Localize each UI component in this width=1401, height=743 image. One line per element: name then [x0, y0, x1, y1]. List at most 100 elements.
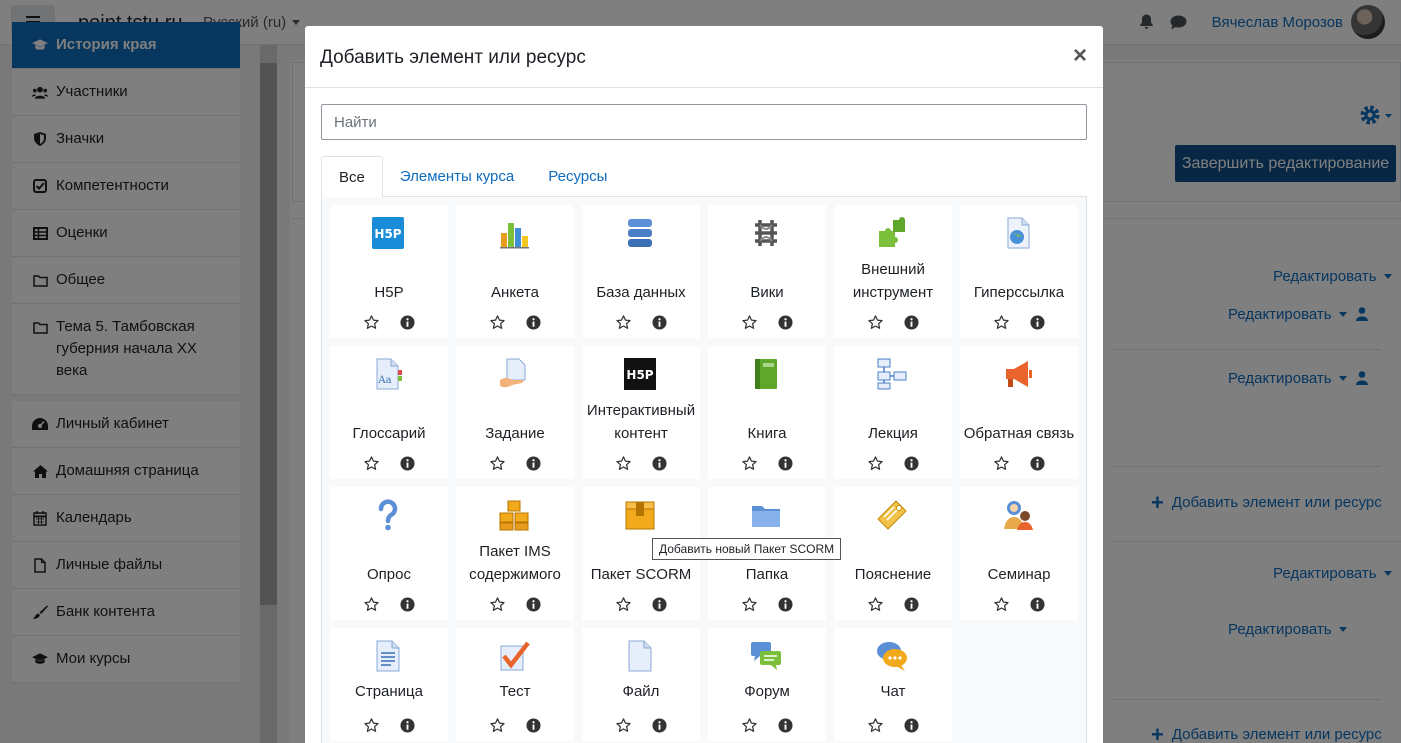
- star-icon[interactable]: [363, 455, 379, 471]
- module-actions: [834, 596, 952, 612]
- module-card[interactable]: H5P Интерактивный контент: [582, 346, 700, 479]
- module-card[interactable]: H5P H5P: [330, 205, 448, 338]
- module-name: Семинар: [987, 566, 1051, 583]
- module-actions: [456, 314, 574, 330]
- info-icon[interactable]: [903, 717, 919, 733]
- star-icon[interactable]: [615, 717, 631, 733]
- wiki-icon: [750, 217, 782, 249]
- module-card[interactable]: Вики: [708, 205, 826, 338]
- info-icon[interactable]: [777, 455, 793, 471]
- close-button[interactable]: ×: [1073, 44, 1087, 68]
- module-card[interactable]: Файл: [582, 628, 700, 741]
- tab-resources[interactable]: Ресурсы: [531, 156, 624, 197]
- info-icon[interactable]: [651, 314, 667, 330]
- module-name: Задание: [485, 425, 545, 442]
- file-resource-icon: [624, 640, 656, 672]
- chart-icon: [498, 217, 530, 249]
- star-icon[interactable]: [741, 455, 757, 471]
- star-icon[interactable]: [363, 596, 379, 612]
- module-card[interactable]: Пакет IMS содержимого: [456, 487, 574, 620]
- megaphone-icon: [1002, 358, 1034, 390]
- page-icon: [372, 640, 404, 672]
- module-name: База данных: [596, 284, 686, 301]
- info-icon[interactable]: [525, 717, 541, 733]
- module-card[interactable]: Внешний инструмент: [834, 205, 952, 338]
- module-card[interactable]: Семинар: [960, 487, 1078, 620]
- module-name: Интерактивный контент: [586, 402, 696, 442]
- star-icon[interactable]: [741, 717, 757, 733]
- star-icon[interactable]: [741, 596, 757, 612]
- label-tag-icon: [876, 499, 908, 531]
- star-icon[interactable]: [363, 717, 379, 733]
- module-card[interactable]: Страница: [330, 628, 448, 741]
- module-actions: [708, 314, 826, 330]
- info-icon[interactable]: [525, 314, 541, 330]
- star-icon[interactable]: [993, 314, 1009, 330]
- star-icon[interactable]: [489, 314, 505, 330]
- star-icon[interactable]: [615, 455, 631, 471]
- tab-activities[interactable]: Элементы курса: [383, 156, 531, 197]
- star-icon[interactable]: [363, 314, 379, 330]
- info-icon[interactable]: [399, 596, 415, 612]
- info-icon[interactable]: [777, 596, 793, 612]
- info-icon[interactable]: [399, 455, 415, 471]
- module-name: Страница: [355, 683, 423, 700]
- info-icon[interactable]: [399, 717, 415, 733]
- star-icon[interactable]: [741, 314, 757, 330]
- info-icon[interactable]: [651, 455, 667, 471]
- info-icon[interactable]: [651, 596, 667, 612]
- module-card[interactable]: Форум: [708, 628, 826, 741]
- info-icon[interactable]: [525, 455, 541, 471]
- module-card[interactable]: Книга: [708, 346, 826, 479]
- module-card[interactable]: Анкета: [456, 205, 574, 338]
- star-icon[interactable]: [615, 596, 631, 612]
- search-input[interactable]: [321, 104, 1087, 140]
- module-name: Глоссарий: [352, 425, 426, 442]
- info-icon[interactable]: [651, 717, 667, 733]
- database-icon: [624, 217, 656, 249]
- folder-blue-icon: [750, 499, 782, 531]
- module-actions: [834, 717, 952, 733]
- info-icon[interactable]: [903, 455, 919, 471]
- info-icon[interactable]: [777, 717, 793, 733]
- info-icon[interactable]: [525, 596, 541, 612]
- info-icon[interactable]: [1029, 314, 1045, 330]
- star-icon[interactable]: [867, 455, 883, 471]
- star-icon[interactable]: [993, 455, 1009, 471]
- svg-text:H5P: H5P: [626, 368, 653, 382]
- module-card[interactable]: Гиперссылка: [960, 205, 1078, 338]
- star-icon[interactable]: [489, 596, 505, 612]
- info-icon[interactable]: [1029, 596, 1045, 612]
- star-icon[interactable]: [867, 596, 883, 612]
- star-icon[interactable]: [867, 717, 883, 733]
- module-card[interactable]: Задание: [456, 346, 574, 479]
- module-actions: [960, 455, 1078, 471]
- module-name: Пакет IMS содержимого: [469, 543, 561, 583]
- module-card[interactable]: Aa Глоссарий: [330, 346, 448, 479]
- star-icon[interactable]: [489, 717, 505, 733]
- info-icon[interactable]: [903, 596, 919, 612]
- star-icon[interactable]: [489, 455, 505, 471]
- module-card[interactable]: Обратная связь: [960, 346, 1078, 479]
- h5p-dark-icon: H5P: [624, 358, 656, 390]
- module-card[interactable]: База данных: [582, 205, 700, 338]
- star-icon[interactable]: [615, 314, 631, 330]
- module-card[interactable]: Тест: [456, 628, 574, 741]
- star-icon[interactable]: [993, 596, 1009, 612]
- module-name: Чат: [880, 683, 906, 700]
- info-icon[interactable]: [903, 314, 919, 330]
- module-card[interactable]: Опрос: [330, 487, 448, 620]
- module-card[interactable]: Чат: [834, 628, 952, 741]
- module-card[interactable]: Пояснение: [834, 487, 952, 620]
- tab-all[interactable]: Все: [321, 156, 383, 198]
- module-card[interactable]: Лекция: [834, 346, 952, 479]
- star-icon[interactable]: [867, 314, 883, 330]
- info-icon[interactable]: [777, 314, 793, 330]
- workshop-icon: [1002, 499, 1034, 531]
- module-name: Пояснение: [854, 566, 932, 583]
- module-actions: [330, 717, 448, 733]
- module-name: Опрос: [367, 566, 411, 583]
- info-icon[interactable]: [399, 314, 415, 330]
- modal-title: Добавить элемент или ресурс: [320, 47, 586, 68]
- info-icon[interactable]: [1029, 455, 1045, 471]
